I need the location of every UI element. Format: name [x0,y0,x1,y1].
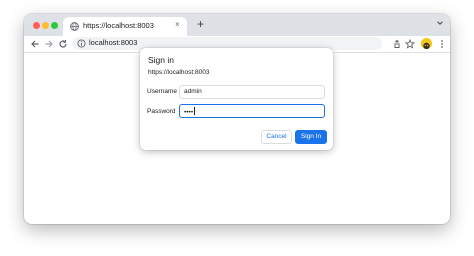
sign-in-button[interactable]: Sign In [295,130,327,144]
username-label: Username [147,88,177,95]
text-caret [194,107,196,115]
chevron-down-icon[interactable] [436,19,444,27]
sign-in-dialog: Sign in https://localhost:8003 Username … [140,48,333,150]
url-host: localhost [89,38,119,47]
more-menu-icon[interactable] [437,39,447,49]
info-icon[interactable] [77,39,86,48]
dialog-origin: https://localhost:8003 [148,69,210,76]
globe-icon [70,22,79,31]
tab-strip: https://localhost:8003 × + [24,14,450,36]
password-label: Password [147,108,176,115]
tab-active[interactable]: https://localhost:8003 × [63,17,187,36]
dialog-title: Sign in [148,55,174,65]
reload-icon[interactable] [58,39,68,49]
plus-icon[interactable]: + [197,17,204,31]
cancel-button[interactable]: Cancel [261,130,292,144]
username-field[interactable]: admin [179,85,325,99]
username-value: admin [184,88,202,95]
close-icon[interactable]: × [175,20,180,29]
window-close-button[interactable] [33,22,40,29]
star-icon[interactable] [405,39,415,49]
password-value: •••• [184,109,194,116]
tab-title: https://localhost:8003 [83,21,154,30]
url-text: localhost:8003 [89,38,137,47]
avatar[interactable] [421,38,432,49]
window-minimize-button[interactable] [42,22,49,29]
share-icon[interactable] [392,39,402,49]
forward-arrow-icon[interactable] [44,39,54,49]
url-port: :8003 [118,38,138,47]
window-zoom-button[interactable] [51,22,58,29]
profile-picture [421,40,432,49]
password-field[interactable]: •••• [179,104,325,118]
back-arrow-icon[interactable] [30,39,40,49]
